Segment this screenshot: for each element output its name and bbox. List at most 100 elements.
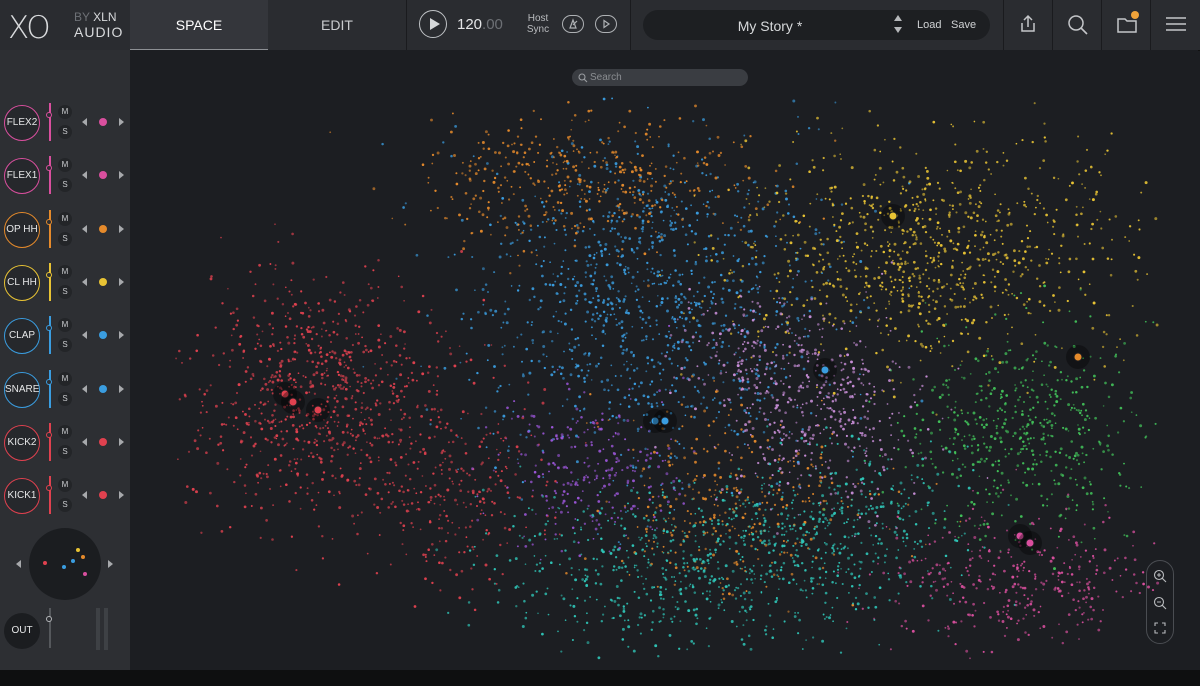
track-name-button[interactable]: KICK1	[4, 478, 40, 514]
solo-button[interactable]: S	[58, 232, 72, 246]
folder-button[interactable]	[1101, 0, 1150, 50]
solo-button[interactable]: S	[58, 178, 72, 192]
chevron-left-icon[interactable]	[16, 560, 21, 568]
mute-button[interactable]: M	[58, 158, 72, 172]
selected-sample-marker[interactable]	[1025, 538, 1035, 548]
solo-button[interactable]: S	[58, 445, 72, 459]
preview-play-icon[interactable]	[595, 15, 617, 33]
chevron-right-icon[interactable]	[119, 225, 124, 233]
track-volume-handle[interactable]	[46, 432, 52, 438]
arrow-down-icon[interactable]	[894, 27, 902, 33]
solo-button[interactable]: S	[58, 338, 72, 352]
chevron-right-icon[interactable]	[119, 331, 124, 339]
host-sync-toggle[interactable]: Host Sync	[522, 13, 554, 35]
solo-button[interactable]: S	[58, 498, 72, 512]
solo-button[interactable]: S	[58, 392, 72, 406]
chevron-left-icon[interactable]	[82, 171, 87, 179]
mute-button[interactable]: M	[58, 425, 72, 439]
search-input[interactable]: Search	[572, 69, 748, 86]
bottom-edge	[0, 670, 1200, 686]
chevron-right-icon[interactable]	[119, 385, 124, 393]
sample-scatter[interactable]	[130, 50, 1198, 664]
chevron-right-icon[interactable]	[108, 560, 113, 568]
mute-button[interactable]: M	[58, 372, 72, 386]
save-button[interactable]: Save	[951, 19, 976, 31]
output-volume-handle[interactable]	[46, 616, 52, 622]
selected-sample-marker[interactable]	[820, 365, 830, 375]
story-stepper[interactable]	[894, 13, 904, 37]
track-volume-handle[interactable]	[46, 165, 52, 171]
tab-edit[interactable]: EDIT	[268, 0, 407, 49]
track-volume-slider[interactable]	[49, 316, 51, 354]
play-button[interactable]	[419, 10, 447, 38]
space-minimap[interactable]	[29, 528, 101, 600]
track-color-dot	[99, 278, 107, 286]
selected-sample-marker[interactable]	[1073, 352, 1083, 362]
track-name-button[interactable]: KICK2	[4, 425, 40, 461]
track-volume-handle[interactable]	[46, 485, 52, 491]
track-volume-handle[interactable]	[46, 219, 52, 225]
track-volume-slider[interactable]	[49, 263, 51, 301]
chevron-left-icon[interactable]	[82, 438, 87, 446]
chevron-left-icon[interactable]	[82, 491, 87, 499]
track-volume-handle[interactable]	[46, 272, 52, 278]
selected-sample-marker[interactable]	[313, 405, 323, 415]
mute-button[interactable]: M	[58, 265, 72, 279]
chevron-right-icon[interactable]	[119, 491, 124, 499]
selected-sample-marker[interactable]	[660, 416, 670, 426]
mute-button[interactable]: M	[58, 105, 72, 119]
track-name-button[interactable]: FLEX2	[4, 105, 40, 141]
zoom-out-icon[interactable]	[1153, 596, 1167, 610]
chevron-left-icon[interactable]	[82, 225, 87, 233]
chevron-left-icon[interactable]	[82, 118, 87, 126]
solo-button[interactable]: S	[58, 125, 72, 139]
tab-space[interactable]: SPACE	[130, 0, 268, 51]
track-name-button[interactable]: SNARE	[4, 372, 40, 408]
xo-app-window: XO BY XLN AUDIO SPACE EDIT 120.00 Host S…	[0, 0, 1200, 686]
export-button[interactable]	[1003, 0, 1052, 50]
sound-space-map[interactable]: Search	[130, 50, 1198, 664]
output-volume-slider[interactable]	[49, 608, 51, 648]
track-name-button[interactable]: CLAP	[4, 318, 40, 354]
track-volume-slider[interactable]	[49, 370, 51, 408]
track-volume-slider[interactable]	[49, 210, 51, 248]
arrow-up-icon[interactable]	[894, 15, 902, 21]
output-button[interactable]: OUT	[4, 613, 40, 649]
track-volume-slider[interactable]	[49, 423, 51, 461]
zoom-in-icon[interactable]	[1153, 569, 1167, 583]
logo-brand: BY XLN	[74, 10, 116, 24]
track-volume-slider[interactable]	[49, 156, 51, 194]
chevron-right-icon[interactable]	[119, 118, 124, 126]
mute-button[interactable]: M	[58, 478, 72, 492]
track-name-button[interactable]: CL HH	[4, 265, 40, 301]
chevron-right-icon[interactable]	[119, 171, 124, 179]
chevron-right-icon[interactable]	[119, 438, 124, 446]
search-button[interactable]	[1052, 0, 1101, 50]
track-volume-handle[interactable]	[46, 325, 52, 331]
story-selector[interactable]: My Story * Load Save	[643, 10, 990, 40]
load-button[interactable]: Load	[917, 19, 941, 31]
track-name-button[interactable]: FLEX1	[4, 158, 40, 194]
track-volume-slider[interactable]	[49, 103, 51, 141]
chevron-left-icon[interactable]	[82, 331, 87, 339]
story-name[interactable]: My Story *	[643, 18, 897, 34]
track-volume-handle[interactable]	[46, 112, 52, 118]
mute-button[interactable]: M	[58, 318, 72, 332]
track-row: CL HH M S	[0, 263, 130, 318]
fit-to-screen-icon[interactable]	[1153, 621, 1167, 635]
chevron-left-icon[interactable]	[82, 278, 87, 286]
track-color-dot	[99, 171, 107, 179]
solo-button[interactable]: S	[58, 285, 72, 299]
selected-sample-marker[interactable]	[288, 397, 298, 407]
chevron-left-icon[interactable]	[82, 385, 87, 393]
chevron-right-icon[interactable]	[119, 278, 124, 286]
track-name-button[interactable]: OP HH	[4, 212, 40, 248]
track-row: KICK1 M S	[0, 476, 130, 531]
track-volume-slider[interactable]	[49, 476, 51, 514]
selected-sample-marker[interactable]	[888, 211, 898, 221]
menu-button[interactable]	[1150, 0, 1200, 50]
track-volume-handle[interactable]	[46, 379, 52, 385]
tempo-display[interactable]: 120.00	[457, 16, 503, 33]
metronome-icon[interactable]	[562, 15, 584, 33]
mute-button[interactable]: M	[58, 212, 72, 226]
